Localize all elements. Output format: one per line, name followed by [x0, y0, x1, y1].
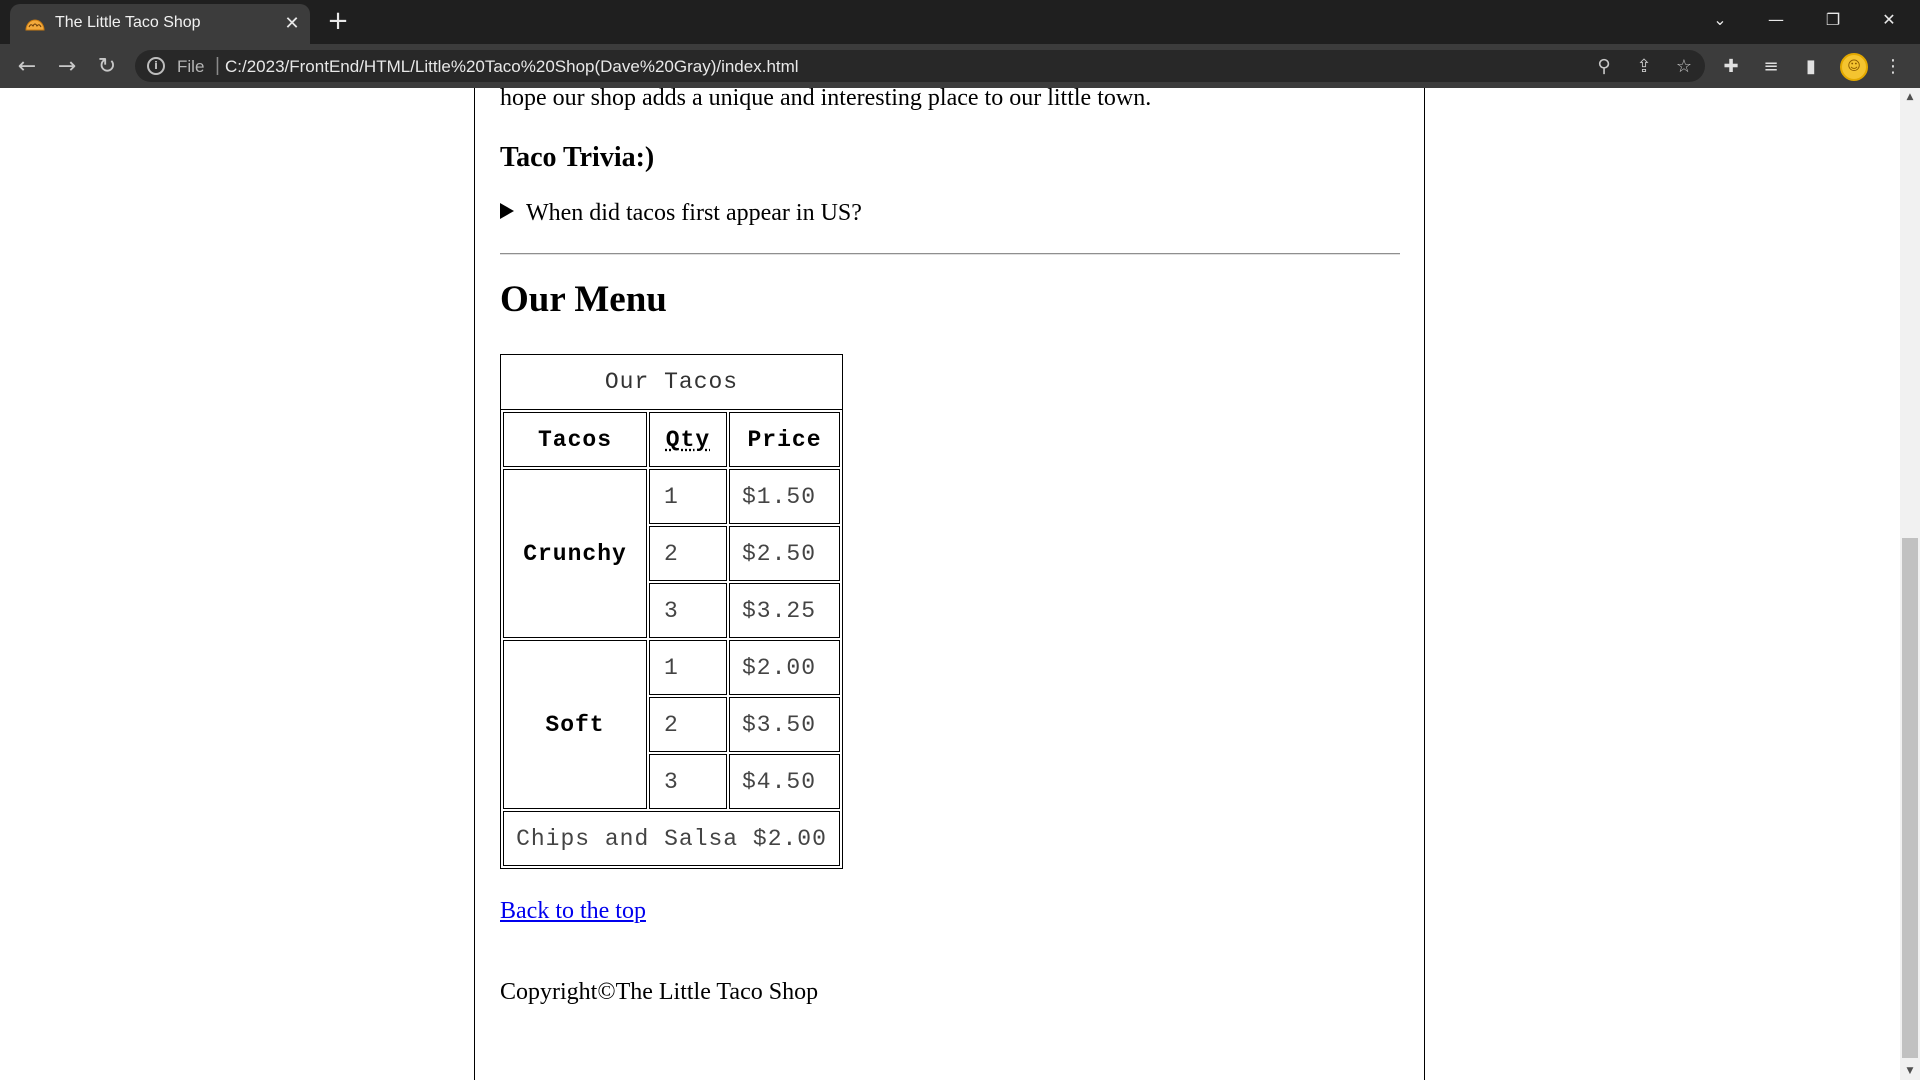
scrollbar-thumb[interactable] — [1902, 538, 1918, 1058]
extensions-icon[interactable]: ✚ — [1718, 54, 1744, 80]
header-tacos: Tacos — [503, 412, 647, 467]
tab-search-icon[interactable]: ⌄ — [1697, 4, 1743, 36]
menu-heading: Our Menu — [500, 279, 667, 320]
scroll-down-arrow-icon[interactable]: ▼ — [1900, 1062, 1920, 1080]
new-tab-button[interactable]: + — [324, 7, 352, 35]
header-qty: Qty — [649, 412, 727, 467]
qty-cell: 1 — [649, 469, 727, 524]
profile-avatar[interactable]: ☺ — [1840, 53, 1868, 81]
side-panel-icon[interactable]: ▮ — [1798, 54, 1824, 80]
tab-strip: The Little Taco Shop ✕ + ⌄ — ❐ ✕ — [0, 0, 1920, 44]
zoom-icon[interactable]: ⚲ — [1591, 54, 1617, 80]
qty-cell: 2 — [649, 526, 727, 581]
table-row: Crunchy 1 $1.50 — [503, 469, 840, 638]
tab-title: The Little Taco Shop — [55, 14, 201, 31]
table-row: Soft 1 $2.00 — [503, 640, 840, 809]
taco-type-crunchy: Crunchy — [503, 469, 647, 638]
qty-cell: 3 — [649, 754, 727, 809]
price-cell: $4.50 — [729, 754, 840, 809]
scroll-up-arrow-icon[interactable]: ▲ — [1900, 88, 1920, 106]
reading-list-icon[interactable]: ≡ — [1758, 54, 1784, 80]
active-tab[interactable]: The Little Taco Shop ✕ — [10, 4, 310, 44]
back-icon[interactable]: ← — [12, 52, 42, 82]
more-menu-icon[interactable]: ⋮ — [1880, 54, 1906, 80]
price-cell: $3.50 — [729, 697, 840, 752]
trivia-question[interactable]: When did tacos first appear in US? — [526, 200, 862, 226]
close-window-icon[interactable]: ✕ — [1866, 4, 1912, 36]
tab-close-icon[interactable]: ✕ — [280, 12, 304, 36]
back-to-top-link[interactable]: Back to the top — [500, 898, 646, 925]
taco-type-soft: Soft — [503, 640, 647, 809]
table-caption: Our Tacos — [500, 354, 843, 409]
copyright-footer: Copyright©The Little Taco Shop — [500, 979, 819, 1005]
price-cell: $2.00 — [729, 640, 840, 695]
table-header-row: Tacos Qty Price — [503, 412, 840, 467]
disclosure-triangle-icon[interactable] — [500, 203, 514, 219]
price-cell: $1.50 — [729, 469, 840, 524]
info-icon[interactable]: i — [147, 57, 165, 75]
header-price: Price — [729, 412, 840, 467]
minimize-icon[interactable]: — — [1753, 4, 1799, 36]
taco-favicon-icon — [25, 19, 45, 31]
qty-cell: 2 — [649, 697, 727, 752]
qty-cell: 1 — [649, 640, 727, 695]
forward-icon[interactable]: → — [52, 52, 82, 82]
page-viewport: hope our shop adds a unique and interest… — [0, 88, 1900, 1080]
menu-table: Our Tacos Tacos Qty Price Crunchy 1 $1.5… — [500, 354, 843, 869]
url-text[interactable]: C:/2023/FrontEnd/HTML/Little%20Taco%20Sh… — [225, 57, 799, 77]
trivia-details-summary[interactable]: When did tacos first appear in US? — [500, 200, 862, 227]
vertical-scrollbar[interactable]: ▲ ▼ — [1900, 88, 1920, 1080]
bookmark-star-icon[interactable]: ☆ — [1671, 54, 1697, 80]
horizontal-rule — [500, 253, 1400, 255]
intro-paragraph: hope our shop adds a unique and interest… — [500, 88, 1152, 111]
restore-icon[interactable]: ❐ — [1810, 4, 1856, 36]
qty-abbreviation: Qty — [665, 426, 711, 453]
price-cell: $2.50 — [729, 526, 840, 581]
url-scheme-label: File — [177, 57, 205, 76]
share-icon[interactable]: ⇪ — [1631, 54, 1657, 80]
price-cell: $3.25 — [729, 583, 840, 638]
url-separator: | — [215, 55, 220, 76]
browser-toolbar: ← → ↻ i File | C:/2023/FrontEnd/HTML/Lit… — [0, 44, 1920, 88]
table-footer-row: Chips and Salsa $2.00 — [503, 811, 840, 866]
trivia-heading: Taco Trivia:) — [500, 142, 655, 173]
address-bar[interactable]: i File | C:/2023/FrontEnd/HTML/Little%20… — [135, 50, 1705, 82]
main-content: hope our shop adds a unique and interest… — [474, 88, 1425, 1080]
qty-cell: 3 — [649, 583, 727, 638]
chips-and-salsa-cell: Chips and Salsa $2.00 — [503, 811, 840, 866]
reload-icon[interactable]: ↻ — [92, 52, 122, 82]
